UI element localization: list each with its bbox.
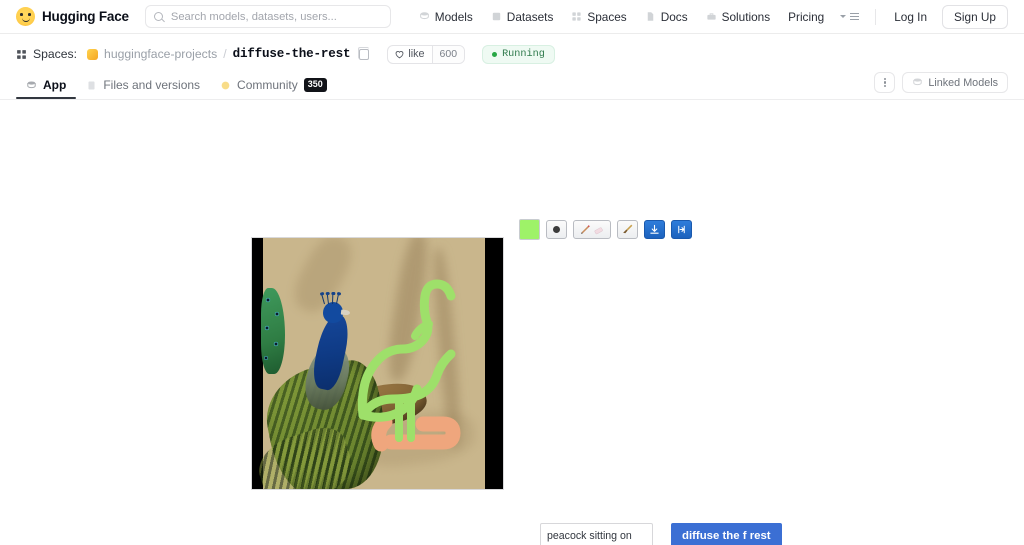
chevron-down-icon bbox=[840, 14, 847, 18]
tab-files-and-versions[interactable]: Files and versions bbox=[76, 78, 210, 99]
drawing-toolbar bbox=[519, 219, 692, 240]
undo-button[interactable] bbox=[671, 220, 692, 239]
docs-icon bbox=[647, 12, 653, 21]
eraser-icon bbox=[594, 227, 603, 235]
space-header-actions: Linked Models bbox=[874, 72, 1008, 99]
nav-link-datasets[interactable]: Datasets bbox=[482, 6, 563, 28]
tab-files-label: Files and versions bbox=[103, 78, 201, 92]
community-icon bbox=[221, 81, 230, 89]
nav-link-spaces[interactable]: Spaces bbox=[562, 6, 635, 28]
files-icon bbox=[88, 81, 95, 89]
status-badge-label: Running bbox=[502, 48, 545, 60]
download-arrow-icon bbox=[650, 224, 659, 234]
search-box[interactable] bbox=[144, 5, 391, 28]
space-tabs: App Files and versions Community 350 Lin… bbox=[16, 70, 1008, 99]
nav-link-docs-label: Docs bbox=[660, 9, 688, 24]
status-badge: Running bbox=[482, 44, 555, 64]
undo-redo-icon bbox=[678, 225, 685, 234]
prompt-row: diffuse the f rest bbox=[540, 523, 782, 545]
diffuse-submit-button[interactable]: diffuse the f rest bbox=[671, 523, 782, 545]
datasets-icon bbox=[492, 12, 501, 21]
nav-link-models[interactable]: Models bbox=[410, 6, 482, 28]
nav-link-solutions[interactable]: Solutions bbox=[697, 6, 780, 28]
nav-link-models-label: Models bbox=[434, 9, 473, 24]
solutions-icon bbox=[706, 13, 716, 20]
spaces-icon bbox=[572, 12, 581, 21]
canvas-photo bbox=[252, 238, 485, 489]
org-avatar-icon bbox=[87, 48, 99, 60]
community-count-badge: 350 bbox=[303, 78, 327, 92]
breadcrumb-separator: / bbox=[223, 47, 227, 61]
nav-link-datasets-label: Datasets bbox=[506, 9, 554, 24]
gradio-app-body: diffuse the f rest upload img pro tip: u… bbox=[0, 100, 1024, 545]
like-button[interactable]: like 600 bbox=[387, 44, 466, 64]
prompt-textarea[interactable] bbox=[540, 523, 653, 545]
color-swatch-button[interactable] bbox=[519, 219, 540, 240]
breadcrumb: Spaces: huggingface-projects / diffuse-t… bbox=[16, 43, 1008, 65]
pencil-icon bbox=[581, 225, 590, 234]
tab-community-label: Community bbox=[237, 78, 298, 92]
breadcrumb-type-label: Spaces: bbox=[33, 47, 78, 61]
nav-link-spaces-label: Spaces bbox=[587, 9, 627, 24]
tab-app[interactable]: App bbox=[16, 78, 77, 99]
download-button[interactable] bbox=[644, 220, 665, 239]
tab-app-label: App bbox=[43, 78, 67, 92]
top-nav-links: Models Datasets Spaces Docs Solutions Pr… bbox=[410, 4, 1008, 29]
breadcrumb-org-link[interactable]: huggingface-projects bbox=[104, 47, 217, 61]
linked-models-label: Linked Models bbox=[928, 76, 998, 89]
drawing-canvas[interactable] bbox=[251, 237, 504, 490]
nav-link-docs[interactable]: Docs bbox=[636, 6, 697, 28]
nav-link-pricing-label: Pricing bbox=[788, 9, 825, 24]
search-input[interactable] bbox=[168, 9, 382, 24]
spaces-grid-icon bbox=[17, 49, 26, 59]
copy-icon[interactable] bbox=[357, 46, 370, 60]
paintbrush-icon bbox=[623, 224, 633, 234]
like-count: 600 bbox=[431, 45, 465, 63]
hugging-face-emoji-logo-icon bbox=[16, 7, 35, 26]
space-header: Spaces: huggingface-projects / diffuse-t… bbox=[0, 34, 1024, 99]
search-icon bbox=[153, 12, 163, 21]
like-label: like bbox=[408, 48, 425, 60]
status-dot-icon bbox=[492, 51, 498, 57]
pencil-eraser-group[interactable] bbox=[573, 220, 611, 239]
nav-divider bbox=[875, 8, 877, 25]
brand-logo-link[interactable]: Hugging Face bbox=[16, 7, 129, 26]
more-vertical-icon[interactable] bbox=[874, 72, 896, 93]
brand-name: Hugging Face bbox=[42, 9, 129, 24]
filled-dot-icon bbox=[553, 226, 560, 233]
linked-models-button[interactable]: Linked Models bbox=[902, 72, 1008, 93]
models-icon bbox=[913, 78, 923, 86]
models-icon bbox=[419, 12, 429, 20]
hamburger-icon bbox=[850, 12, 860, 21]
login-link[interactable]: Log In bbox=[885, 6, 936, 28]
top-navigation-bar: Hugging Face Models Datasets bbox=[0, 0, 1024, 34]
signup-button[interactable]: Sign Up bbox=[942, 4, 1008, 29]
user-sketch-overlay bbox=[357, 279, 461, 452]
brush-size-button[interactable] bbox=[546, 220, 567, 239]
app-icon bbox=[27, 80, 36, 88]
paintbrush-button[interactable] bbox=[617, 220, 638, 239]
nav-link-solutions-label: Solutions bbox=[721, 9, 771, 24]
nav-link-pricing[interactable]: Pricing bbox=[779, 6, 833, 28]
tab-community[interactable]: Community 350 bbox=[210, 78, 337, 99]
nav-overflow-menu-button[interactable] bbox=[833, 9, 866, 24]
heart-icon bbox=[395, 50, 404, 59]
breadcrumb-repo-name[interactable]: diffuse-the-rest bbox=[233, 47, 351, 61]
